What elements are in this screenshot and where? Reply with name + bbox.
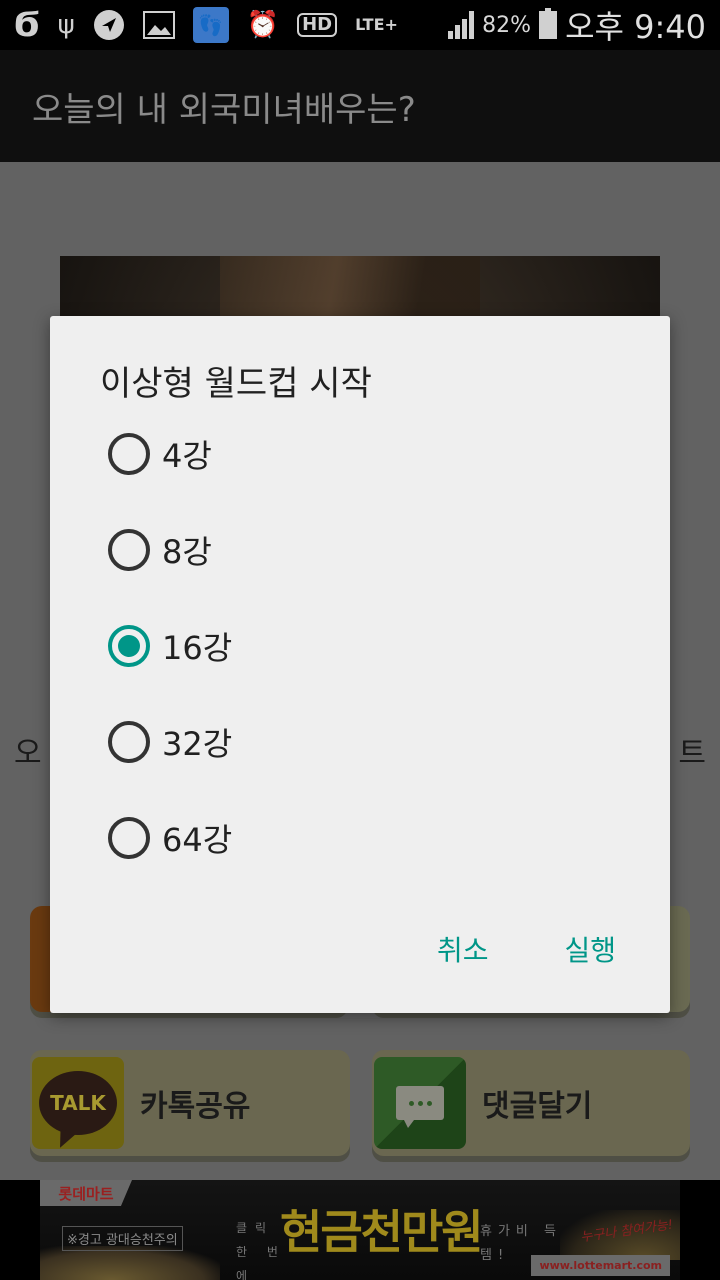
navigation-icon bbox=[93, 9, 125, 41]
radio-button[interactable] bbox=[108, 433, 150, 475]
kakaotalk-share-label: 카톡공유 bbox=[140, 1089, 251, 1124]
radio-button[interactable] bbox=[108, 817, 150, 859]
app-footprint-icon: 👣 bbox=[192, 7, 229, 43]
comment-icon bbox=[374, 1057, 466, 1149]
hd-voice-icon: HD bbox=[297, 13, 338, 37]
side-text-right: 트 bbox=[678, 736, 706, 771]
option-label: 64강 bbox=[162, 821, 233, 859]
ad-click-text: 클릭 한 번에 bbox=[236, 1221, 286, 1280]
kakaotalk-share-button[interactable]: TALK 카톡공유 bbox=[30, 1050, 350, 1156]
ad-banner[interactable]: 롯데마트 ※경고 광대승천주의 클릭 한 번에 현금천만원 휴가비 득템! 누구… bbox=[0, 1180, 720, 1280]
ad-warning: ※경고 광대승천주의 bbox=[62, 1226, 183, 1251]
round-options: 4강 8강 16강 32강 64강 bbox=[108, 406, 628, 886]
g-app-icon: Ϭ bbox=[14, 5, 40, 45]
ad-url[interactable]: www.lottemart.com bbox=[531, 1255, 670, 1276]
write-comment-label: 댓글달기 bbox=[482, 1089, 593, 1124]
side-text-left: 오 bbox=[14, 736, 42, 771]
cancel-button[interactable]: 취소 bbox=[437, 929, 489, 969]
signal-icon bbox=[448, 11, 475, 39]
radio-button-checked[interactable] bbox=[108, 625, 150, 667]
gallery-icon bbox=[142, 11, 175, 39]
radio-button[interactable] bbox=[108, 529, 150, 571]
dialog-actions: 취소 실행 bbox=[437, 929, 616, 969]
ad-content[interactable]: 롯데마트 ※경고 광대승천주의 클릭 한 번에 현금천만원 휴가비 득템! 누구… bbox=[40, 1180, 680, 1280]
worldcup-start-dialog: 이상형 월드컵 시작 4강 8강 16강 32강 64강 취소 실행 bbox=[50, 316, 670, 1013]
comment-bubble bbox=[396, 1086, 444, 1128]
ad-headline: 현금천만원 bbox=[280, 1205, 484, 1259]
usb-icon: ψ bbox=[57, 10, 75, 40]
app-title: 오늘의 내 외국미녀배우는? bbox=[32, 89, 416, 130]
option-8[interactable]: 8강 bbox=[108, 502, 628, 598]
option-label: 16강 bbox=[162, 629, 233, 667]
run-button[interactable]: 실행 bbox=[564, 929, 616, 969]
radio-button[interactable] bbox=[108, 721, 150, 763]
coins-image bbox=[40, 1246, 220, 1280]
write-comment-button[interactable]: 댓글달기 bbox=[372, 1050, 690, 1156]
battery-percent: 82% bbox=[482, 12, 532, 38]
option-label: 8강 bbox=[162, 533, 212, 571]
option-label: 32강 bbox=[162, 725, 233, 763]
option-label: 4강 bbox=[162, 437, 212, 475]
option-32[interactable]: 32강 bbox=[108, 694, 628, 790]
app-bar: 오늘의 내 외국미녀배우는? bbox=[0, 50, 720, 162]
option-4[interactable]: 4강 bbox=[108, 406, 628, 502]
clock: 오후 9:40 bbox=[565, 8, 706, 46]
dialog-title: 이상형 월드컵 시작 bbox=[100, 364, 372, 404]
lte-plus-icon: LTE+ bbox=[355, 15, 398, 34]
status-bar: Ϭ ψ 👣 ⏰ HD LTE+ 82% 오후 9:40 bbox=[0, 0, 720, 50]
option-64[interactable]: 64강 bbox=[108, 790, 628, 886]
alarm-icon: ⏰ bbox=[246, 10, 280, 40]
option-16[interactable]: 16강 bbox=[108, 598, 628, 694]
battery-charging-icon bbox=[539, 8, 558, 39]
kakaotalk-bubble: TALK bbox=[39, 1071, 117, 1135]
kakaotalk-icon: TALK bbox=[32, 1057, 124, 1149]
ad-brand: 롯데마트 bbox=[40, 1180, 132, 1206]
